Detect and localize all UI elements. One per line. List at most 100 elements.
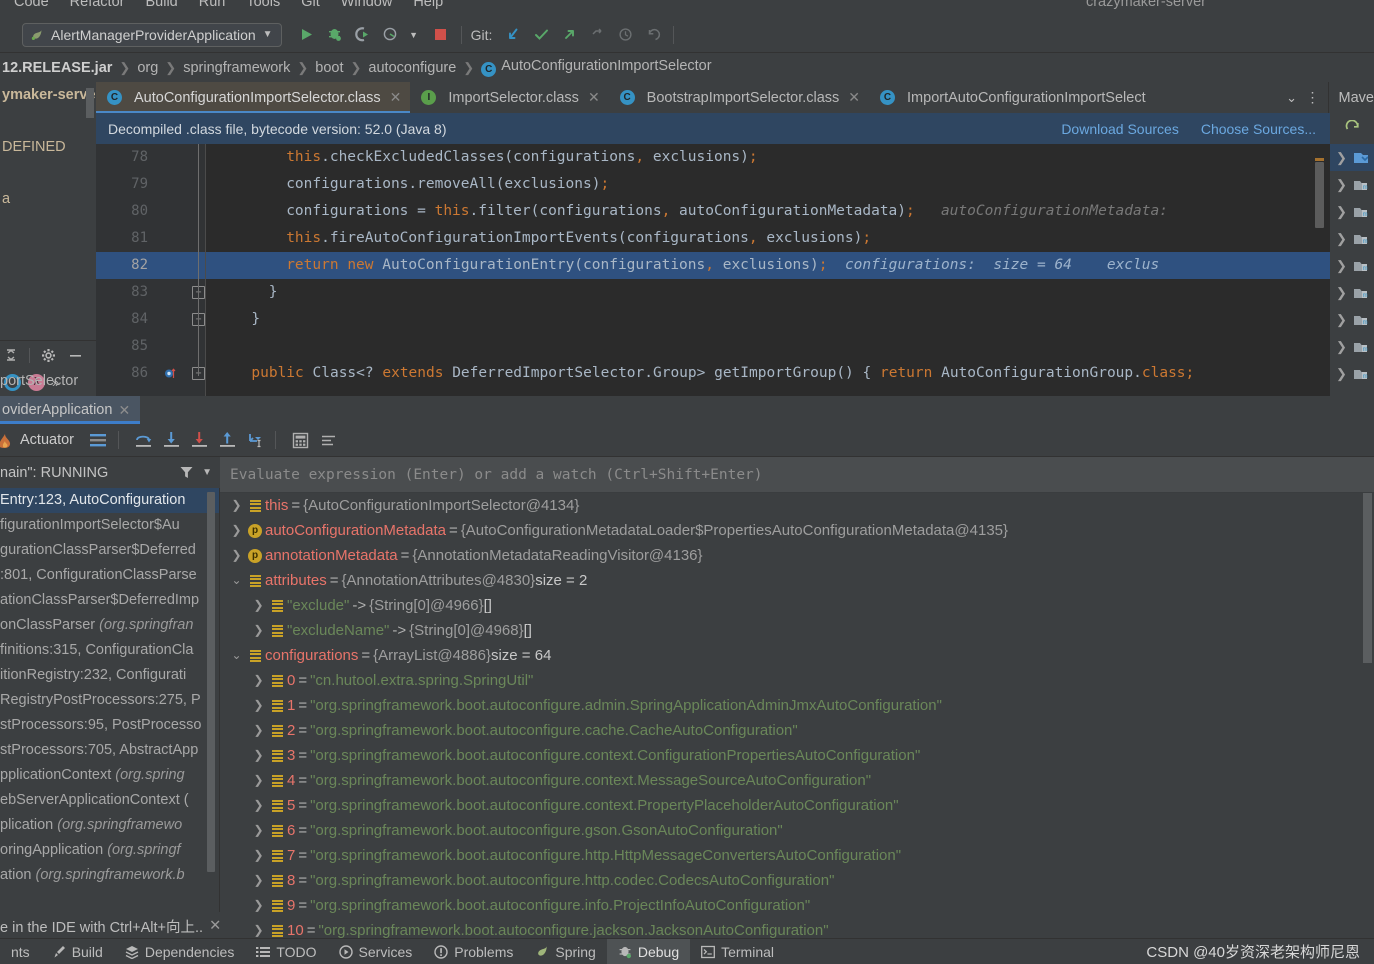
chevron-right-icon[interactable]: ❯ [250,768,267,793]
statusbar-item-todo[interactable]: TODO [245,939,327,964]
project-tree-item-2[interactable]: DEFINED [0,134,96,160]
chevron-right-icon[interactable]: ❯ [1336,312,1347,328]
choose-sources-link[interactable]: Choose Sources... [1201,121,1316,137]
code-line-84[interactable]: } [206,306,1330,333]
code-line-86[interactable]: public Class<? extends DeferredImportSel… [206,360,1330,387]
variable-row-7[interactable]: ❯ 0 = "cn.hutool.extra.spring.SpringUtil" [220,668,1374,693]
editor-scrollbar[interactable] [1315,144,1324,396]
chevron-right-icon[interactable]: ❯ [1336,285,1347,301]
chevron-right-icon[interactable]: ❯ [1336,258,1347,274]
maven-tree-row-5[interactable]: ❯ m [1330,279,1374,306]
evaluate-expression-input[interactable]: Evaluate expression (Enter) or add a wat… [220,457,1374,493]
variable-row-11[interactable]: ❯ 4 = "org.springframework.boot.autoconfi… [220,768,1374,793]
editor-scrollbar-thumb[interactable] [1315,162,1324,228]
frame-row-0[interactable]: Entry:123, AutoConfiguration [0,488,219,513]
editor-tab-1[interactable]: I ImportSelector.class ✕ [410,82,608,113]
menu-item-window[interactable]: Window [341,0,393,10]
maven-toolwindow[interactable]: ❯ ❯ m ❯ m ❯ m ❯ m ❯ m ❯ m ❯ m ❯ m [1330,144,1374,396]
collapse-all-icon[interactable] [2,347,20,363]
profile-dropdown-icon[interactable]: ▼ [408,24,420,46]
chevron-right-icon[interactable]: ❯ [228,493,245,518]
breakpoint-icon[interactable] [164,367,177,380]
editor-tab-0[interactable]: C AutoConfigurationImportSelector.class ✕ [96,82,411,113]
close-icon[interactable]: ✕ [848,89,860,106]
frame-row-4[interactable]: ationClassParser$DeferredImp [0,588,219,613]
breadcrumb-item-1[interactable]: org [137,60,158,76]
code-line-78[interactable]: this.checkExcludedClasses(configurations… [206,144,1330,171]
variable-row-4[interactable]: ❯ "exclude" -> {String[0]@4966} [] [220,593,1374,618]
evaluate-expression-icon[interactable] [288,428,312,452]
debug-session-tab[interactable]: oviderApplication ✕ [0,396,141,424]
run-icon[interactable] [296,24,318,46]
editor-tab-2[interactable]: C BootstrapImportSelector.class ✕ [609,82,869,113]
run-configuration-selector[interactable]: AlertManagerProviderApplication ▼ [22,22,282,47]
variable-row-3[interactable]: ⌄ attributes = {AnnotationAttributes@4830… [220,568,1374,593]
project-tree-item-1[interactable] [0,108,96,134]
actuator-button[interactable]: Actuator [0,431,74,449]
variable-row-8[interactable]: ❯ 1 = "org.springframework.boot.autoconfi… [220,693,1374,718]
filter-icon[interactable] [179,465,194,480]
frame-row-8[interactable]: RegistryPostProcessors:275, P [0,688,219,713]
close-icon[interactable]: ✕ [390,89,402,106]
push-icon[interactable] [558,24,580,46]
gutter-line-79[interactable]: 79 [96,171,205,198]
chevron-right-icon[interactable]: ❯ [228,543,245,568]
breadcrumb-item-4[interactable]: autoconfigure [368,60,456,76]
frames-scrollbar-thumb[interactable] [207,492,215,872]
breadcrumb-item-3[interactable]: boot [315,60,343,76]
variable-row-13[interactable]: ❯ 6 = "org.springframework.boot.autoconfi… [220,818,1374,843]
code-line-79[interactable]: configurations.removeAll(exclusions); [206,171,1330,198]
gutter-line-78[interactable]: 78 [96,144,205,171]
variables-scrollbar-thumb[interactable] [1363,493,1372,663]
chevron-right-icon[interactable]: ❯ [1336,366,1347,382]
hide-toolwindow-icon[interactable] [66,348,84,363]
menu-item-refactor[interactable]: Refactor [70,0,125,10]
frame-row-6[interactable]: finitions:315, ConfigurationCla [0,638,219,663]
maven-tree-row-1[interactable]: ❯ m [1330,171,1374,198]
menu-item-code[interactable]: Code [14,0,49,10]
debug-icon[interactable] [324,24,346,46]
variable-row-15[interactable]: ❯ 8 = "org.springframework.boot.autoconfi… [220,868,1374,893]
editor-tab-3[interactable]: C ImportAutoConfigurationImportSelect [869,82,1155,113]
menu-item-help[interactable]: Help [413,0,443,10]
chevron-right-icon[interactable]: ❯ [250,843,267,868]
chevron-right-icon[interactable]: ❯ [250,618,267,643]
maven-tree-row-4[interactable]: ❯ m [1330,252,1374,279]
frame-row-5[interactable]: onClassParser (org.springfran [0,613,219,638]
code-line-83[interactable]: } [206,279,1330,306]
chevron-right-icon[interactable]: ❯ [250,668,267,693]
code-line-85[interactable] [206,333,1330,360]
download-sources-link[interactable]: Download Sources [1061,121,1179,137]
chevron-down-icon[interactable]: ⌄ [1282,90,1302,106]
chevron-right-icon[interactable]: ❯ [250,743,267,768]
close-icon[interactable]: ✕ [588,89,600,106]
stop-icon[interactable] [430,24,452,46]
variable-row-6[interactable]: ⌄ configurations = {ArrayList@4886} size … [220,643,1374,668]
editor-gutter[interactable]: 78 79 80 81 82 83−84− 85 86+ [96,144,206,396]
statusbar-item-problems[interactable]: Problems [423,939,524,964]
close-icon[interactable]: ✕ [118,402,130,419]
variable-row-2[interactable]: ❯ p annotationMetadata = {AnnotationMetada… [220,543,1374,568]
chevron-right-icon[interactable]: ❯ [250,718,267,743]
step-into-icon[interactable] [159,428,183,452]
variable-row-1[interactable]: ❯ p autoConfigurationMetadata = {AutoConfi… [220,518,1374,543]
breadcrumb-item-5[interactable]: C AutoConfigurationImportSelector [481,58,712,77]
chevron-right-icon[interactable]: ❯ [250,593,267,618]
menu-item-git[interactable]: Git [301,0,320,10]
code-line-82[interactable]: return new AutoConfigurationEntry(config… [206,252,1330,279]
chevron-right-icon[interactable]: ❯ [1336,231,1347,247]
project-tree-item-3[interactable] [0,160,96,186]
gutter-line-82[interactable]: 82 [96,252,205,279]
variable-row-16[interactable]: ❯ 9 = "org.springframework.boot.autoconfi… [220,893,1374,918]
more-vertical-icon[interactable]: ⋮ [1304,89,1322,106]
variable-row-17[interactable]: ❯ 10 = "org.springframework.boot.autoconf… [220,918,1374,940]
chevron-down-icon[interactable]: ⌄ [228,568,245,593]
code-editor[interactable]: 787980818283−84−8586+ this.checkExcluded… [96,144,1330,396]
menu-item-build[interactable]: Build [145,0,177,10]
statusbar-item-build[interactable]: Build [41,939,114,964]
breadcrumb-item-2[interactable]: springframework [183,60,290,76]
chevron-right-icon[interactable]: ❯ [1336,150,1347,166]
frame-row-12[interactable]: ebServerApplicationContext ( [0,788,219,813]
project-tree-item-0[interactable]: ymaker-serve [0,82,96,108]
chevron-down-icon[interactable]: ⌄ [228,643,245,668]
